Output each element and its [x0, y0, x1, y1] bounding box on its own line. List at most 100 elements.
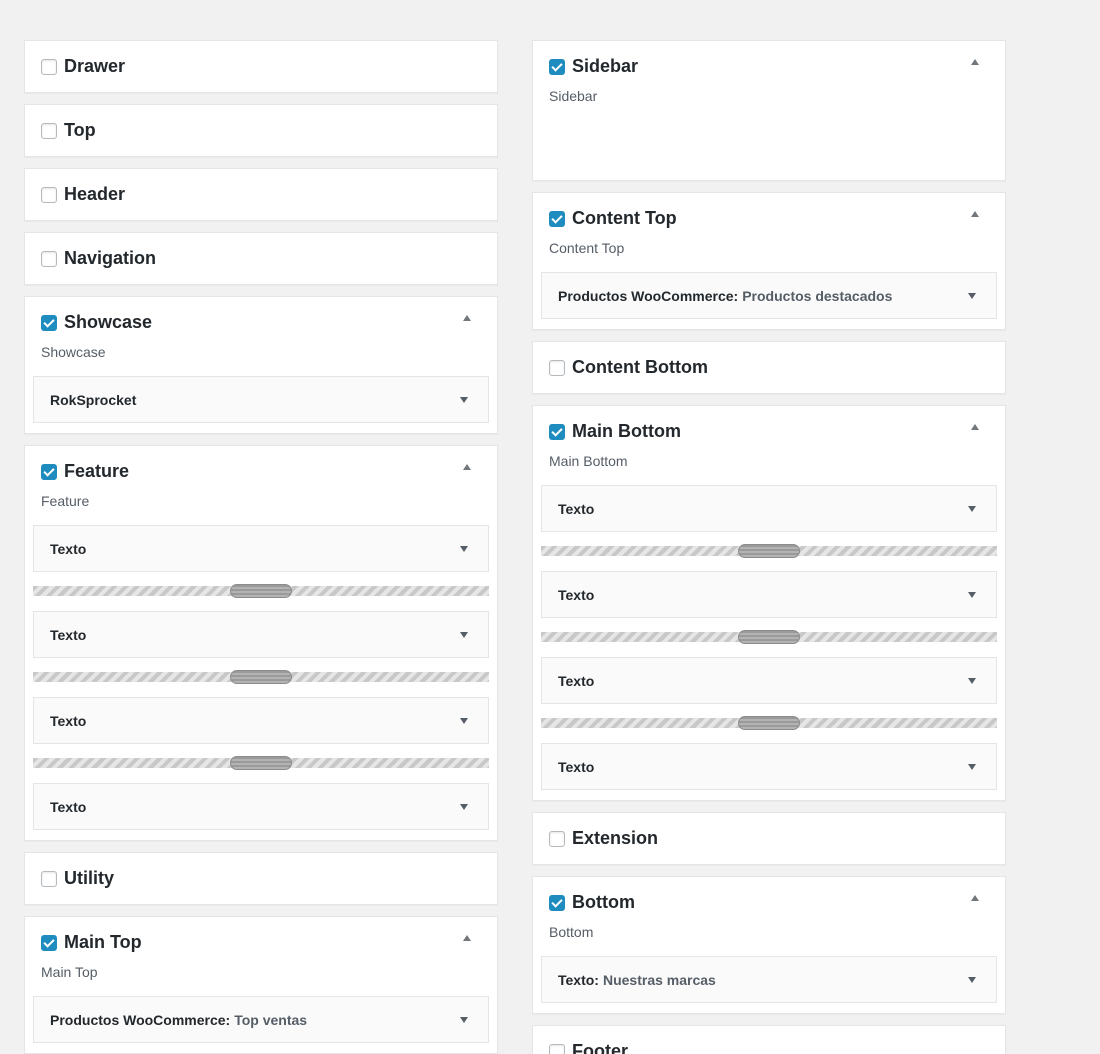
- area-main-top: Main Top Main Top Productos WooCommerce:…: [24, 916, 498, 1054]
- area-navigation: Navigation: [24, 232, 498, 285]
- area-top: Top: [24, 104, 498, 157]
- splitter-handle-icon[interactable]: [738, 630, 800, 644]
- triangle-down-icon[interactable]: [968, 764, 976, 770]
- widget-productos-woocommerce[interactable]: Productos WooCommerce: Productos destaca…: [541, 272, 997, 319]
- splitter[interactable]: [541, 618, 997, 657]
- area-header-extension[interactable]: Extension: [533, 813, 1005, 864]
- triangle-down-icon[interactable]: [968, 678, 976, 684]
- sidebar-checkbox[interactable]: [549, 58, 565, 75]
- splitter[interactable]: [33, 572, 489, 611]
- area-header-header[interactable]: Header: [25, 169, 497, 220]
- area-header-navigation[interactable]: Navigation: [25, 233, 497, 284]
- area-header-showcase[interactable]: Showcase: [25, 297, 497, 348]
- area-header-content-top[interactable]: Content Top: [533, 193, 1005, 244]
- triangle-up-icon[interactable]: [971, 895, 979, 901]
- triangle-up-icon[interactable]: [463, 464, 471, 470]
- widget-texto[interactable]: Texto: [33, 525, 489, 572]
- splitter[interactable]: [33, 744, 489, 783]
- area-feature: Feature Feature Texto Texto Texto Texto: [24, 445, 498, 841]
- content-bottom-checkbox[interactable]: [549, 359, 565, 376]
- area-title: Main Bottom: [572, 421, 681, 441]
- area-title: Extension: [572, 828, 659, 848]
- area-header-sidebar[interactable]: Sidebar: [533, 41, 1005, 92]
- widget-subtitle: Nuestras marcas: [602, 971, 716, 988]
- empty-drop-zone[interactable]: [541, 120, 997, 170]
- area-header-top[interactable]: Top: [25, 105, 497, 156]
- widget-roksprocket[interactable]: RokSprocket: [33, 376, 489, 423]
- area-header-bottom[interactable]: Bottom: [533, 877, 1005, 928]
- triangle-down-icon[interactable]: [460, 804, 468, 810]
- triangle-up-icon[interactable]: [463, 315, 471, 321]
- top-checkbox[interactable]: [41, 122, 57, 139]
- widget-productos-woocommerce[interactable]: Productos WooCommerce: Top ventas: [33, 996, 489, 1043]
- triangle-down-icon[interactable]: [460, 632, 468, 638]
- splitter-handle-icon[interactable]: [230, 670, 292, 684]
- area-header-main-top[interactable]: Main Top: [25, 917, 497, 968]
- area-body: Feature Texto Texto Texto Texto: [25, 491, 497, 840]
- footer-checkbox[interactable]: [549, 1043, 565, 1054]
- splitter[interactable]: [33, 658, 489, 697]
- splitter-handle-icon[interactable]: [738, 544, 800, 558]
- widget-title: Texto: [50, 798, 87, 815]
- header-checkbox[interactable]: [41, 186, 57, 203]
- area-title: Utility: [64, 868, 115, 888]
- triangle-up-icon[interactable]: [463, 935, 471, 941]
- triangle-down-icon[interactable]: [968, 592, 976, 598]
- triangle-down-icon[interactable]: [460, 397, 468, 403]
- area-header-utility[interactable]: Utility: [25, 853, 497, 904]
- widget-title: Texto: [558, 758, 595, 775]
- splitter-handle-icon[interactable]: [230, 756, 292, 770]
- main-top-checkbox[interactable]: [41, 934, 57, 951]
- widget-texto[interactable]: Texto: [33, 697, 489, 744]
- widget-title: Texto: [558, 672, 595, 689]
- area-title: Sidebar: [572, 56, 639, 76]
- content-top-checkbox[interactable]: [549, 210, 565, 227]
- widget-texto[interactable]: Texto: [541, 571, 997, 618]
- triangle-up-icon[interactable]: [971, 424, 979, 430]
- triangle-down-icon[interactable]: [460, 1017, 468, 1023]
- feature-checkbox[interactable]: [41, 463, 57, 480]
- widget-texto[interactable]: Texto: [541, 485, 997, 532]
- area-header-content-bottom[interactable]: Content Bottom: [533, 342, 1005, 393]
- widget-title: Texto: [50, 712, 87, 729]
- area-header-main-bottom[interactable]: Main Bottom: [533, 406, 1005, 457]
- widget-texto[interactable]: Texto: [541, 743, 997, 790]
- area-title: Header: [64, 184, 126, 204]
- triangle-down-icon[interactable]: [968, 506, 976, 512]
- area-title: Feature: [64, 461, 130, 481]
- area-header-footer[interactable]: Footer: [533, 1026, 1005, 1054]
- triangle-down-icon[interactable]: [460, 546, 468, 552]
- triangle-down-icon[interactable]: [968, 977, 976, 983]
- widget-title: Texto: [50, 540, 87, 557]
- widget-title: Texto: [558, 586, 595, 603]
- area-body: Sidebar: [533, 86, 1005, 180]
- triangle-down-icon[interactable]: [968, 293, 976, 299]
- widget-texto[interactable]: Texto: [33, 611, 489, 658]
- triangle-down-icon[interactable]: [460, 718, 468, 724]
- area-body: Bottom Texto: Nuestras marcas: [533, 922, 1005, 1013]
- widget-title: Texto:: [558, 971, 599, 988]
- splitter[interactable]: [541, 532, 997, 571]
- drawer-checkbox[interactable]: [41, 58, 57, 75]
- area-content-bottom: Content Bottom: [532, 341, 1006, 394]
- utility-checkbox[interactable]: [41, 870, 57, 887]
- showcase-checkbox[interactable]: [41, 314, 57, 331]
- extension-checkbox[interactable]: [549, 830, 565, 847]
- splitter-handle-icon[interactable]: [230, 584, 292, 598]
- main-bottom-checkbox[interactable]: [549, 423, 565, 440]
- area-header-drawer[interactable]: Drawer: [25, 41, 497, 92]
- area-header-feature[interactable]: Feature: [25, 446, 497, 497]
- splitter[interactable]: [541, 704, 997, 743]
- navigation-checkbox[interactable]: [41, 250, 57, 267]
- area-bottom: Bottom Bottom Texto: Nuestras marcas: [532, 876, 1006, 1014]
- widget-texto-nuestras-marcas[interactable]: Texto: Nuestras marcas: [541, 956, 997, 1003]
- widget-texto[interactable]: Texto: [33, 783, 489, 830]
- triangle-up-icon[interactable]: [971, 59, 979, 65]
- area-main-bottom: Main Bottom Main Bottom Texto Texto Text…: [532, 405, 1006, 801]
- widget-texto[interactable]: Texto: [541, 657, 997, 704]
- widget-title: Texto: [558, 500, 595, 517]
- splitter-handle-icon[interactable]: [738, 716, 800, 730]
- widget-title: Texto: [50, 626, 87, 643]
- triangle-up-icon[interactable]: [971, 211, 979, 217]
- bottom-checkbox[interactable]: [549, 894, 565, 911]
